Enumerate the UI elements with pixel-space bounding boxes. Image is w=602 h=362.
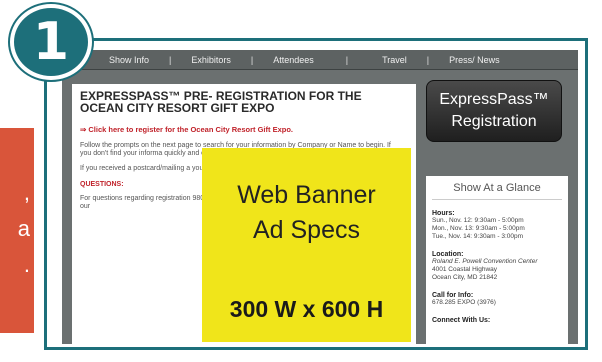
nav-item-exhibitors[interactable]: Exhibitors	[191, 55, 231, 65]
side-panel-line: ,	[23, 180, 30, 205]
nav-item-press-news[interactable]: Press/ News	[449, 55, 500, 65]
ad-spec-overlay: Web Banner Ad Specs 300 W x 600 H	[202, 148, 411, 342]
call-number: 678.285 EXPO (3976)	[432, 299, 496, 306]
show-at-a-glance-panel: Show At a Glance Hours: Sun., Nov. 12: 9…	[426, 176, 568, 344]
glance-title: Show At a Glance	[432, 182, 562, 200]
location-line: 4001 Coastal Highway	[432, 266, 498, 273]
right-column: ExpressPass™ Registration Show At a Glan…	[420, 80, 570, 344]
nav-item-travel[interactable]: Travel	[382, 55, 407, 65]
location-line: Ocean City, MD 21842	[432, 274, 498, 281]
ad-spec-size: 300 W x 600 H	[229, 296, 384, 322]
expresspass-button-line2: Registration	[451, 113, 537, 130]
nav-item-show-info[interactable]: Show Info	[109, 55, 149, 65]
nav-separator: |	[169, 54, 172, 65]
location-label: Location:	[432, 251, 464, 258]
location-line: Roland E. Powell Convention Center	[432, 258, 538, 265]
connect-label: Connect With Us:	[432, 317, 491, 324]
top-nav: Show Info | Exhibitors | Attendees | Tra…	[62, 50, 578, 70]
hours-line: Mon., Nov. 13: 9:30am - 5:00pm	[432, 225, 525, 232]
side-panel-line: a	[17, 216, 30, 241]
expresspass-registration-button[interactable]: ExpressPass™ Registration	[426, 80, 562, 142]
call-label: Call for Info:	[432, 292, 474, 299]
nav-separator: |	[345, 54, 349, 65]
step-number-badge: 1	[10, 4, 92, 80]
hours-line: Tue., Nov. 14: 9:30am - 3:00pm	[432, 233, 524, 240]
nav-item-attendees[interactable]: Attendees	[273, 55, 314, 65]
ad-spec-title: Web Banner Ad Specs	[202, 178, 411, 248]
hours-line: Sun., Nov. 12: 9:30am - 5:00pm	[432, 217, 524, 224]
ad-spec-title-line2: Ad Specs	[252, 216, 360, 244]
side-panel: , a .	[0, 128, 34, 333]
ad-spec-title-line1: Web Banner	[237, 181, 376, 209]
register-link[interactable]: ⇒ Click here to register for the Ocean C…	[80, 125, 408, 134]
expresspass-button-line1: ExpressPass™	[439, 91, 549, 108]
hours-label: Hours:	[432, 210, 455, 217]
nav-separator: |	[250, 54, 254, 65]
page-title: EXPRESSPASS™ PRE- REGISTRATION FOR THE O…	[80, 89, 362, 115]
side-panel-line: .	[23, 252, 30, 277]
nav-separator: |	[426, 54, 430, 65]
step-number: 1	[32, 12, 70, 72]
